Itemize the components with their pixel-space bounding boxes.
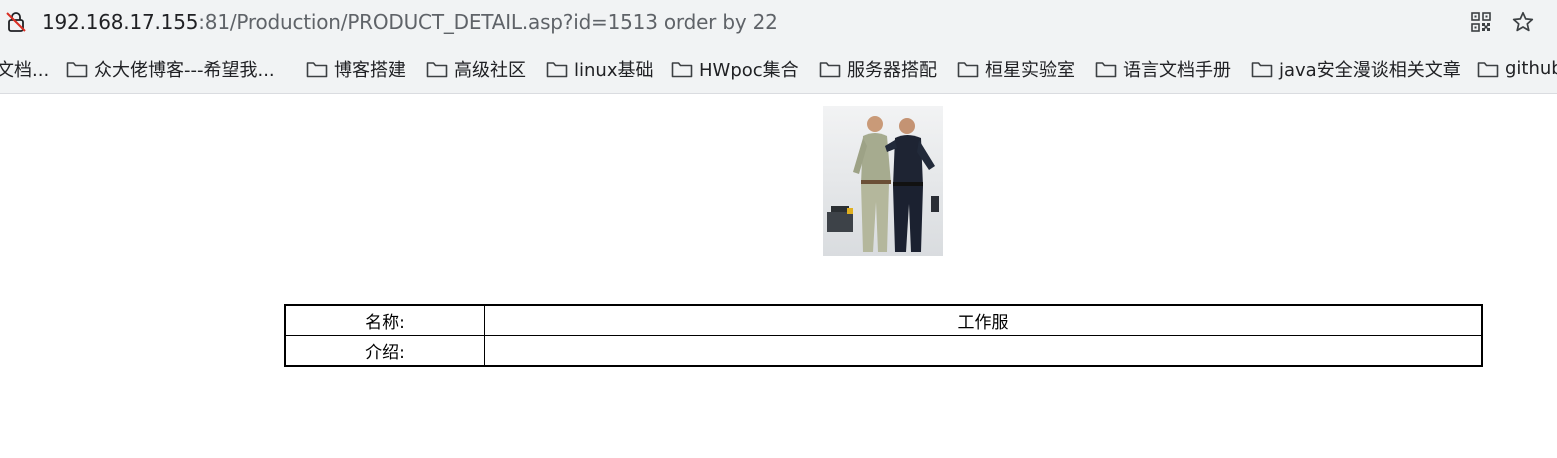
product-detail-table: 名称: 工作服 介绍: bbox=[284, 304, 1483, 367]
bookmark-label: 桓星实验室 bbox=[985, 59, 1075, 81]
bookmark-folder[interactable]: linux基础 bbox=[546, 44, 653, 93]
url-host: 192.168.17.155 bbox=[42, 10, 199, 34]
qr-code-icon[interactable] bbox=[1470, 11, 1492, 33]
bookmark-label: 语言文档手册 bbox=[1123, 59, 1231, 81]
table-row: 介绍: bbox=[284, 335, 1483, 367]
folder-icon bbox=[66, 61, 88, 77]
folder-icon bbox=[671, 61, 693, 77]
folder-icon bbox=[1095, 61, 1117, 77]
folder-icon bbox=[1477, 61, 1499, 77]
folder-icon bbox=[957, 61, 979, 77]
bookmark-label: 文档... bbox=[0, 59, 50, 81]
browser-toolbar: 192.168.17.155:81/Production/PRODUCT_DET… bbox=[0, 0, 1557, 44]
bookmark-folder[interactable]: 语言文档手册 bbox=[1095, 44, 1231, 93]
bookmark-folder[interactable]: 高级社区 bbox=[426, 44, 526, 93]
bookmark-label: github bbox=[1505, 58, 1557, 79]
bookmark-label: linux基础 bbox=[574, 59, 654, 81]
bookmark-label: java安全漫谈相关文章 bbox=[1279, 59, 1461, 81]
intro-label: 介绍: bbox=[284, 335, 485, 367]
not-secure-lock-icon[interactable] bbox=[4, 10, 28, 34]
bookmark-folder[interactable]: HWpoc集合 bbox=[671, 44, 799, 93]
bookmarks-bar: 文档... 众大佬博客---希望我... 博客搭建 高级社区 linux基础 H… bbox=[0, 44, 1557, 94]
bookmark-label: 服务器搭配 bbox=[847, 59, 937, 81]
bookmark-label: 众大佬博客---希望我... bbox=[94, 59, 275, 81]
intro-value bbox=[484, 335, 1483, 367]
address-bar[interactable]: 192.168.17.155:81/Production/PRODUCT_DET… bbox=[0, 0, 1557, 44]
folder-icon bbox=[1251, 61, 1273, 77]
table-row: 名称: 工作服 bbox=[284, 304, 1483, 336]
product-image bbox=[823, 106, 943, 256]
url-text[interactable]: 192.168.17.155:81/Production/PRODUCT_DET… bbox=[42, 8, 778, 36]
bookmark-item[interactable]: 文档... bbox=[0, 44, 49, 93]
url-path: :81/Production/PRODUCT_DETAIL.asp?id=151… bbox=[198, 10, 778, 34]
folder-icon bbox=[306, 61, 328, 77]
bookmark-folder[interactable]: github bbox=[1477, 44, 1557, 93]
name-label: 名称: bbox=[284, 304, 485, 336]
bookmark-label: HWpoc集合 bbox=[699, 59, 799, 81]
bookmark-label: 博客搭建 bbox=[334, 59, 406, 81]
bookmark-folder[interactable]: 桓星实验室 bbox=[957, 44, 1075, 93]
folder-icon bbox=[426, 61, 448, 77]
bookmark-folder[interactable]: 服务器搭配 bbox=[819, 44, 937, 93]
star-icon[interactable] bbox=[1511, 10, 1535, 34]
folder-icon bbox=[546, 61, 568, 77]
folder-icon bbox=[819, 61, 841, 77]
name-value: 工作服 bbox=[484, 304, 1483, 336]
bookmark-folder[interactable]: 博客搭建 bbox=[306, 44, 406, 93]
bookmark-label: 高级社区 bbox=[454, 59, 526, 81]
bookmark-folder[interactable]: java安全漫谈相关文章 bbox=[1251, 44, 1461, 93]
bookmark-folder[interactable]: 众大佬博客---希望我... bbox=[66, 44, 275, 93]
